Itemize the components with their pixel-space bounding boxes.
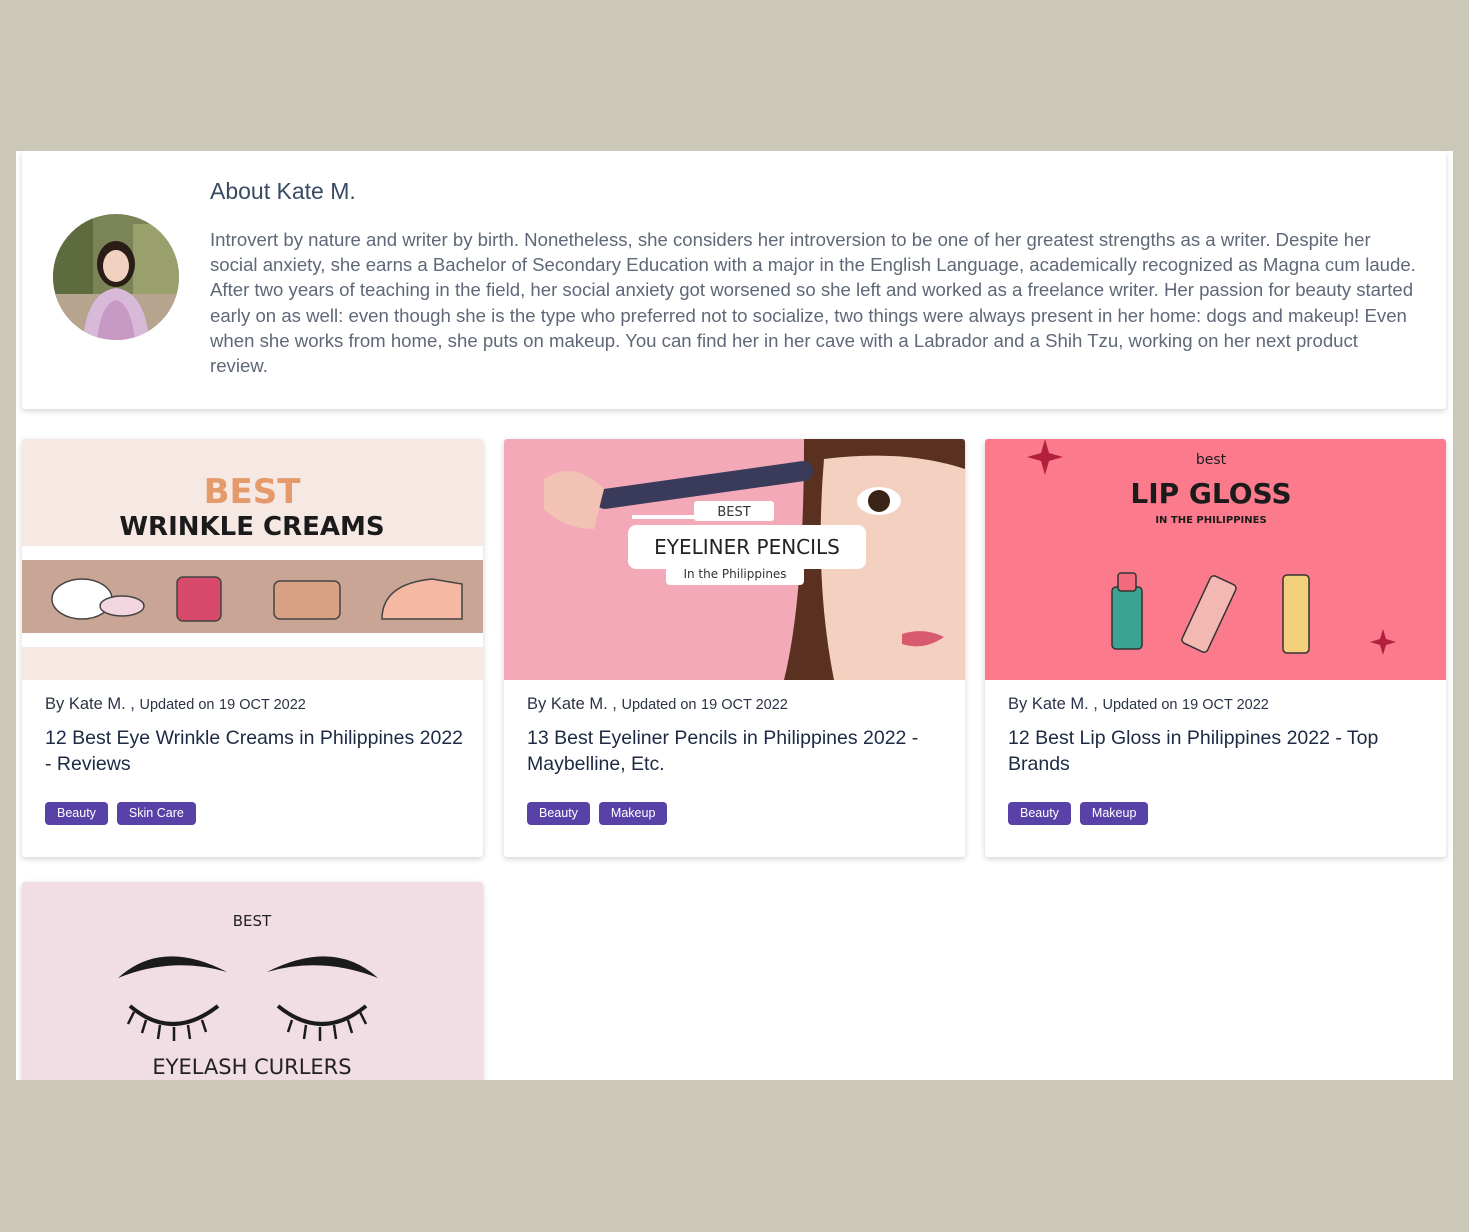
thumb-line3: IN THE PHILIPPINES: [1155, 515, 1266, 526]
thumb-line2: EYELINER PENCILS: [654, 535, 840, 559]
thumb-line1: BEST: [717, 505, 750, 520]
about-bio: Introvert by nature and writer by birth.…: [210, 229, 1416, 377]
article-date: 19 OCT 2022: [1182, 697, 1269, 713]
tag-makeup[interactable]: Makeup: [1079, 802, 1149, 825]
author-about-card: About Kate M. Introvert by nature and wr…: [22, 151, 1446, 409]
about-title: About Kate M.: [210, 178, 356, 204]
thumb-line1: best: [1196, 452, 1227, 468]
article-meta: By Kate M. , Updated on 19 OCT 2022: [1008, 695, 1269, 714]
article-title[interactable]: 12 Best Eye Wrinkle Creams in Philippine…: [45, 726, 465, 777]
tag-makeup[interactable]: Makeup: [598, 802, 668, 825]
article-author[interactable]: By Kate M. ,: [1008, 695, 1098, 713]
updated-label: Updated on: [1102, 697, 1178, 713]
updated-label: Updated on: [139, 697, 215, 713]
article-meta: By Kate M. , Updated on 19 OCT 2022: [527, 695, 788, 714]
author-avatar: [53, 214, 179, 340]
thumb-line3: In the Philippines: [683, 567, 786, 581]
article-thumbnail[interactable]: best LIP GLOSS IN THE PHILIPPINES: [985, 439, 1446, 680]
thumb-line1: BEST: [233, 912, 272, 930]
thumb-line2: LIP GLOSS: [1130, 477, 1291, 510]
article-tags: Beauty Skin Care: [45, 802, 196, 825]
article-card[interactable]: BEST EYELASH CURLERS: [22, 882, 483, 1080]
article-card[interactable]: best LIP GLOSS IN THE PHILIPPINES By Kat…: [985, 439, 1446, 857]
article-title[interactable]: 12 Best Lip Gloss in Philippines 2022 - …: [1008, 726, 1428, 777]
tag-beauty[interactable]: Beauty: [1008, 802, 1071, 825]
article-author[interactable]: By Kate M. ,: [45, 695, 135, 713]
thumb-line2: EYELASH CURLERS: [152, 1055, 351, 1079]
updated-label: Updated on: [621, 697, 697, 713]
page-viewport: About Kate M. Introvert by nature and wr…: [16, 151, 1453, 1080]
thumb-line2: WRINKLE CREAMS: [119, 512, 384, 542]
article-card[interactable]: BEST WRINKLE CREAMS By Kate M. , Updated…: [22, 439, 483, 857]
article-date: 19 OCT 2022: [701, 697, 788, 713]
article-thumbnail[interactable]: BEST WRINKLE CREAMS: [22, 439, 483, 680]
article-thumbnail[interactable]: BEST EYELINER PENCILS In the Philippines: [504, 439, 965, 680]
article-date: 19 OCT 2022: [219, 697, 306, 713]
tag-beauty[interactable]: Beauty: [527, 802, 590, 825]
thumb-line1: BEST: [204, 472, 302, 512]
article-title[interactable]: 13 Best Eyeliner Pencils in Philippines …: [527, 726, 947, 777]
article-meta: By Kate M. , Updated on 19 OCT 2022: [45, 695, 306, 714]
article-tags: Beauty Makeup: [527, 802, 668, 825]
tag-skin-care[interactable]: Skin Care: [116, 802, 196, 825]
article-tags: Beauty Makeup: [1008, 802, 1149, 825]
article-card[interactable]: BEST EYELINER PENCILS In the Philippines…: [504, 439, 965, 857]
tag-beauty[interactable]: Beauty: [45, 802, 108, 825]
article-thumbnail[interactable]: BEST EYELASH CURLERS: [22, 882, 483, 1080]
article-author[interactable]: By Kate M. ,: [527, 695, 617, 713]
